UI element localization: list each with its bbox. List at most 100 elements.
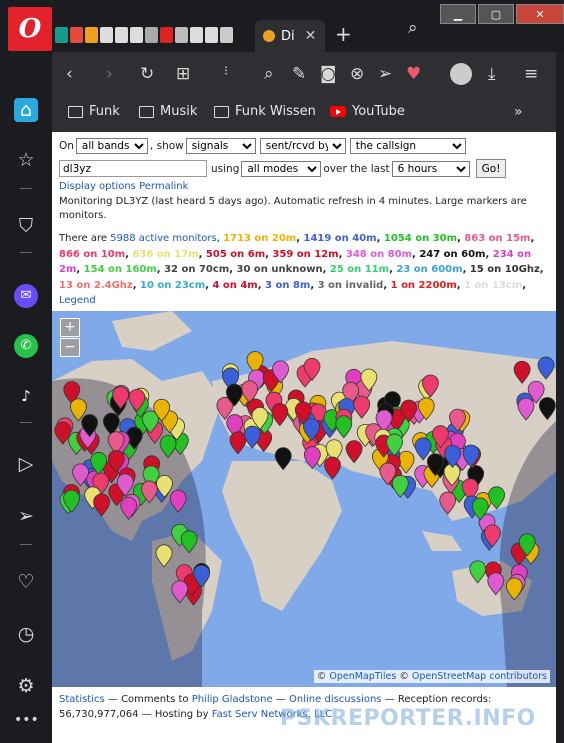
bookmarks-more-button[interactable]: » — [514, 104, 523, 120]
sent-rcvd-select[interactable]: sent/rcvd by — [259, 138, 346, 154]
copyright-symbol: © — [399, 671, 409, 682]
tab-favicon-icon[interactable] — [100, 27, 113, 43]
page-info-icon[interactable]: ⁝ — [224, 64, 228, 79]
tab-favicon-icon[interactable] — [70, 27, 83, 43]
legend-item: 15 on 10Ghz — [469, 264, 540, 275]
menu-icon[interactable]: ≡ — [524, 64, 538, 84]
settings-icon[interactable]: ⚙ — [14, 674, 38, 698]
more-icon[interactable]: ••• — [14, 708, 39, 732]
author-link[interactable]: Philip Gladstone — [192, 694, 273, 705]
legend-item: 10 on 23cm — [140, 279, 206, 291]
bookmark-youtube[interactable]: YouTube — [330, 104, 405, 119]
tab-favicon-icon[interactable] — [205, 27, 218, 43]
tab-favicon-icon[interactable] — [115, 27, 128, 43]
forward-icon[interactable]: › — [106, 64, 113, 84]
bookmark-funk[interactable]: Funk — [68, 104, 120, 119]
avatar[interactable] — [450, 63, 472, 85]
band-legend: There are 5988 active monitors, 1713 on … — [59, 233, 544, 306]
search-tabs-icon[interactable]: ⌕ — [408, 18, 418, 38]
folder-icon — [214, 105, 229, 118]
active-monitors-link[interactable]: 5988 active monitors — [110, 233, 217, 244]
footer-text: — Comments to — [104, 694, 192, 705]
callsign-input[interactable] — [59, 160, 207, 177]
tab-favicon-icon[interactable] — [160, 27, 173, 43]
controls-row-2: using all modes over the last 6 hours Go… — [59, 159, 507, 178]
back-icon[interactable]: ‹ — [66, 64, 73, 84]
messenger-icon[interactable]: ✉ — [14, 284, 38, 308]
mode-select[interactable]: all modes — [241, 160, 322, 177]
zoom-icon[interactable]: ⌕ — [264, 64, 274, 84]
legend-item: 4 on 4m — [212, 279, 258, 291]
home-icon[interactable]: ⌂ — [14, 98, 38, 122]
zoom-in-button[interactable]: + — [60, 318, 80, 337]
download-icon[interactable]: ⤓ — [488, 64, 496, 84]
show-select[interactable]: signals — [185, 138, 256, 154]
edit-icon[interactable]: ✎ — [292, 64, 306, 84]
tab-favicon-icon[interactable] — [220, 27, 233, 43]
reception-map[interactable]: + − © OpenMapTiles © OpenStreetMap contr… — [52, 311, 556, 687]
star-icon[interactable]: ☆ — [14, 148, 38, 172]
tab-favicon-icon[interactable] — [190, 27, 203, 43]
send-icon[interactable]: ➢ — [378, 64, 392, 84]
adblock-icon[interactable]: ⊗ — [350, 64, 364, 84]
legend-item: 348 on 80m — [345, 248, 413, 260]
opera-menu-button[interactable]: O — [8, 7, 52, 51]
over-label: over the last — [323, 162, 390, 175]
active-tab-title: Di — [281, 28, 295, 44]
legend-item: 1419 on 40m — [303, 233, 377, 244]
send-icon[interactable]: ➢ — [14, 504, 38, 528]
time-select[interactable]: 6 hours — [391, 160, 470, 177]
heart-icon[interactable]: ♥ — [406, 64, 421, 84]
tab-favicon-icon[interactable] — [145, 27, 158, 43]
zoom-out-button[interactable]: − — [60, 338, 80, 357]
permalink-link[interactable]: Permalink — [139, 181, 188, 192]
maximize-button[interactable]: ▢ — [478, 4, 514, 24]
new-tab-button[interactable]: + — [335, 22, 352, 46]
legend-item: 13 on 2.4Ghz — [59, 279, 133, 291]
close-window-button[interactable]: ✕ — [516, 4, 564, 24]
reload-icon[interactable]: ↻ — [140, 64, 154, 84]
band-select[interactable]: all bands — [75, 138, 148, 154]
online-discussions-link[interactable]: Online discussions — [289, 694, 381, 705]
world-map — [52, 311, 556, 687]
legend-item: 154 on 160m — [83, 264, 157, 275]
callsign-type-select[interactable]: the callsign — [349, 138, 466, 154]
page-content: On all bands , show signals sent/rcvd by… — [52, 132, 556, 743]
folder-icon — [68, 105, 83, 118]
watermark: PSKREPORTER.INFO — [280, 706, 536, 731]
openstreetmap-link[interactable]: OpenStreetMap contributors — [412, 671, 547, 682]
tab-favicon-icon[interactable] — [175, 27, 188, 43]
active-tab[interactable]: Di ✕ — [255, 20, 325, 52]
bookmark-funk-wissen[interactable]: Funk Wissen — [214, 104, 316, 119]
legend-item: 1713 on 20m — [223, 233, 297, 244]
shopping-bag-icon[interactable]: ⛉ — [14, 214, 38, 238]
go-button[interactable]: Go! — [475, 159, 507, 178]
tab-grid-icon[interactable]: ⊞ — [176, 64, 190, 84]
legend-item: 866 on 10m — [59, 248, 126, 260]
tab-favicon-icon[interactable] — [55, 27, 68, 43]
tab-favicon-icon[interactable] — [130, 27, 143, 43]
statistics-link[interactable]: Statistics — [59, 694, 105, 705]
display-options-link[interactable]: Display options — [59, 181, 136, 192]
tiktok-icon[interactable]: ♪ — [14, 384, 38, 408]
navigation-bar: ‹ › ↻ ⊞ ⁝ ⌕ ✎ ◙ ⊗ ➢ ♥ ⤓ ≡ — [52, 52, 556, 96]
legend-item: 359 on 12m — [272, 248, 339, 260]
legend-item: 3 on 8m — [265, 279, 311, 291]
opera-logo-icon: O — [18, 14, 42, 44]
legend-link[interactable]: Legend — [59, 295, 96, 306]
whatsapp-icon[interactable]: ✆ — [14, 334, 38, 358]
close-tab-icon[interactable]: ✕ — [305, 28, 317, 44]
bookmark-musik[interactable]: Musik — [139, 104, 197, 119]
history-icon[interactable]: ◷ — [14, 622, 38, 646]
tab-favicon-icon[interactable] — [85, 27, 98, 43]
heart-icon[interactable]: ♡ — [14, 570, 38, 594]
player-icon[interactable]: ▷ — [14, 452, 38, 476]
minimize-button[interactable]: ▁ — [440, 4, 476, 24]
camera-icon[interactable]: ◙ — [320, 64, 337, 84]
folder-icon — [139, 105, 154, 118]
bookmark-label: Musik — [160, 104, 198, 119]
pinned-tabs[interactable] — [55, 24, 245, 46]
controls-row-1: On all bands , show signals sent/rcvd by… — [59, 138, 468, 154]
footer-text: — — [272, 694, 290, 705]
openmaptiles-link[interactable]: OpenMapTiles — [329, 671, 396, 682]
